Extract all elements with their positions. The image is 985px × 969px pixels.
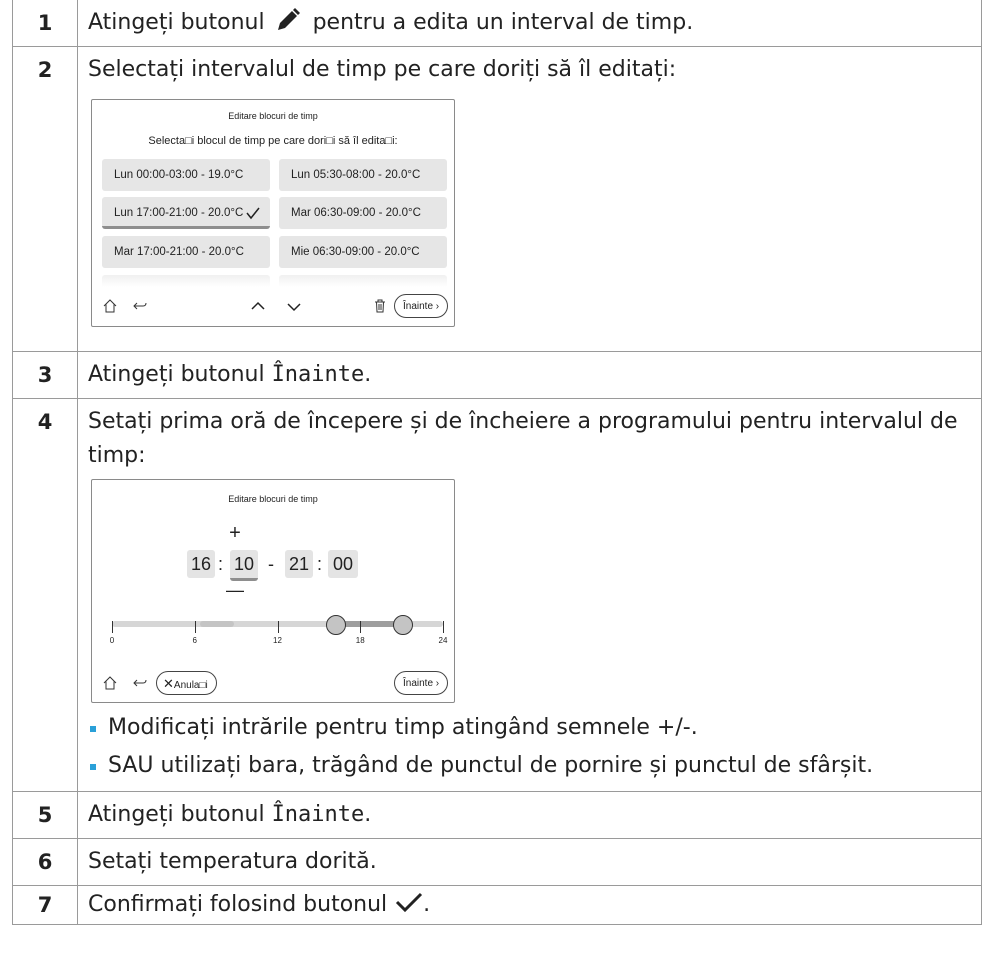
step-number: 7 xyxy=(12,885,78,925)
list-fade xyxy=(279,275,447,287)
list-item: SAU utilizați bara, trăgând de punctul d… xyxy=(88,749,981,787)
scale-tick-label: 6 xyxy=(192,636,197,645)
close-icon: ✕ xyxy=(163,676,174,691)
step-text: Atingeți butonul pentru a edita un interv… xyxy=(77,0,982,47)
step-number: 2 xyxy=(12,46,78,352)
time-block-button[interactable]: Lun 05:30-08:00 - 20.0°C xyxy=(279,159,447,191)
checkmark-icon xyxy=(246,207,260,220)
step-text: Setați prima oră de începere și de înche… xyxy=(77,398,982,792)
time-block-button[interactable]: Mar 06:30-09:00 - 20.0°C xyxy=(279,197,447,229)
end-minute-field[interactable]: 00 xyxy=(328,550,358,578)
scale-tick xyxy=(112,621,113,633)
list-fade xyxy=(102,275,270,287)
step-number: 1 xyxy=(12,0,78,47)
step-text: Atingeți butonul Înainte. xyxy=(77,791,982,839)
step-text: Selectați intervalul de timp pe care dor… xyxy=(77,46,982,352)
next-button[interactable]: Înainte › xyxy=(394,671,449,695)
scale-tick-label: 0 xyxy=(109,636,115,645)
scale-tick xyxy=(443,621,444,633)
decrement-button[interactable]: — xyxy=(222,580,248,601)
pencil-icon xyxy=(277,8,300,30)
cancel-button[interactable]: ✕Anula□i xyxy=(156,671,217,695)
start-hour-field[interactable]: 16 xyxy=(187,550,215,578)
trash-icon[interactable] xyxy=(372,298,388,314)
back-icon[interactable] xyxy=(132,298,148,314)
time-block-button[interactable]: Lun 00:00-03:00 - 19.0°C xyxy=(102,159,270,191)
step-row-5: 5 Atingeți butonul Înainte. xyxy=(12,791,982,839)
step-row-4: 4 Setați prima oră de începere și de înc… xyxy=(12,398,982,792)
time-block-button[interactable]: Mar 17:00-21:00 - 20.0°C xyxy=(102,236,270,268)
home-icon[interactable] xyxy=(102,298,118,314)
step-row-6: 6 Setați temperatura dorită. xyxy=(12,838,982,886)
step-number: 4 xyxy=(12,398,78,792)
scale-tick-label: 12 xyxy=(273,636,282,645)
scale-tick-label: 24 xyxy=(438,636,448,645)
time-block-select-screen: Editare blocuri de timp Selecta□i blocul… xyxy=(91,99,455,327)
chevron-up-icon[interactable] xyxy=(250,298,266,314)
time-block-button-selected[interactable]: Lun 17:00-21:00 - 20.0°C xyxy=(102,197,270,229)
button-name: Înainte xyxy=(271,362,365,387)
scale-tick xyxy=(194,621,196,633)
start-handle[interactable] xyxy=(326,615,346,635)
step-row-3: 3 Atingeți butonul Înainte. xyxy=(12,351,982,399)
step-number: 3 xyxy=(12,351,78,399)
screen-subtitle: Selecta□i blocul de timp pe care dori□i … xyxy=(148,135,398,147)
start-minute-field[interactable]: 10 xyxy=(230,550,258,581)
step-number: 5 xyxy=(12,791,78,839)
list-item: Modificați intrările pentru timp atingân… xyxy=(88,711,981,749)
step-text: Confirmați folosind butonul. xyxy=(77,885,982,925)
step-row-2: 2 Selectați intervalul de timp pe care d… xyxy=(12,46,982,352)
scale-tick xyxy=(277,621,279,633)
scale-tick-label: 18 xyxy=(355,636,365,645)
button-name: Înainte xyxy=(271,802,365,827)
step-row-7: 7 Confirmați folosind butonul. xyxy=(12,885,982,925)
step-text: Atingeți butonul Înainte. xyxy=(77,351,982,399)
slider-highlight xyxy=(200,621,234,627)
increment-button[interactable]: + xyxy=(222,522,248,545)
checkmark-icon xyxy=(396,892,423,913)
home-icon[interactable] xyxy=(102,675,118,691)
screen-title: Editare blocuri de timp xyxy=(228,111,318,121)
screen-title: Editare blocuri de timp xyxy=(228,494,318,504)
time-block-button[interactable]: Mie 06:30-09:00 - 20.0°C xyxy=(279,236,447,268)
scale-tick xyxy=(360,621,362,633)
step-number: 6 xyxy=(12,838,78,886)
end-hour-field[interactable]: 21 xyxy=(285,550,313,578)
chevron-down-icon[interactable] xyxy=(286,298,302,314)
time-range-edit-screen: Editare blocuri de timp + 16 : 10 — - 21… xyxy=(91,479,455,703)
instruction-table: 1 Atingeți butonul pentru a edita un inte… xyxy=(12,0,982,925)
next-button[interactable]: Înainte › xyxy=(394,294,449,318)
end-handle[interactable] xyxy=(392,615,413,635)
step-text: Setați temperatura dorită. xyxy=(77,838,982,886)
step-row-1: 1 Atingeți butonul pentru a edita un inte… xyxy=(12,0,982,47)
bullet-list: Modificați intrările pentru timp atingân… xyxy=(88,711,981,787)
back-icon[interactable] xyxy=(132,675,148,691)
